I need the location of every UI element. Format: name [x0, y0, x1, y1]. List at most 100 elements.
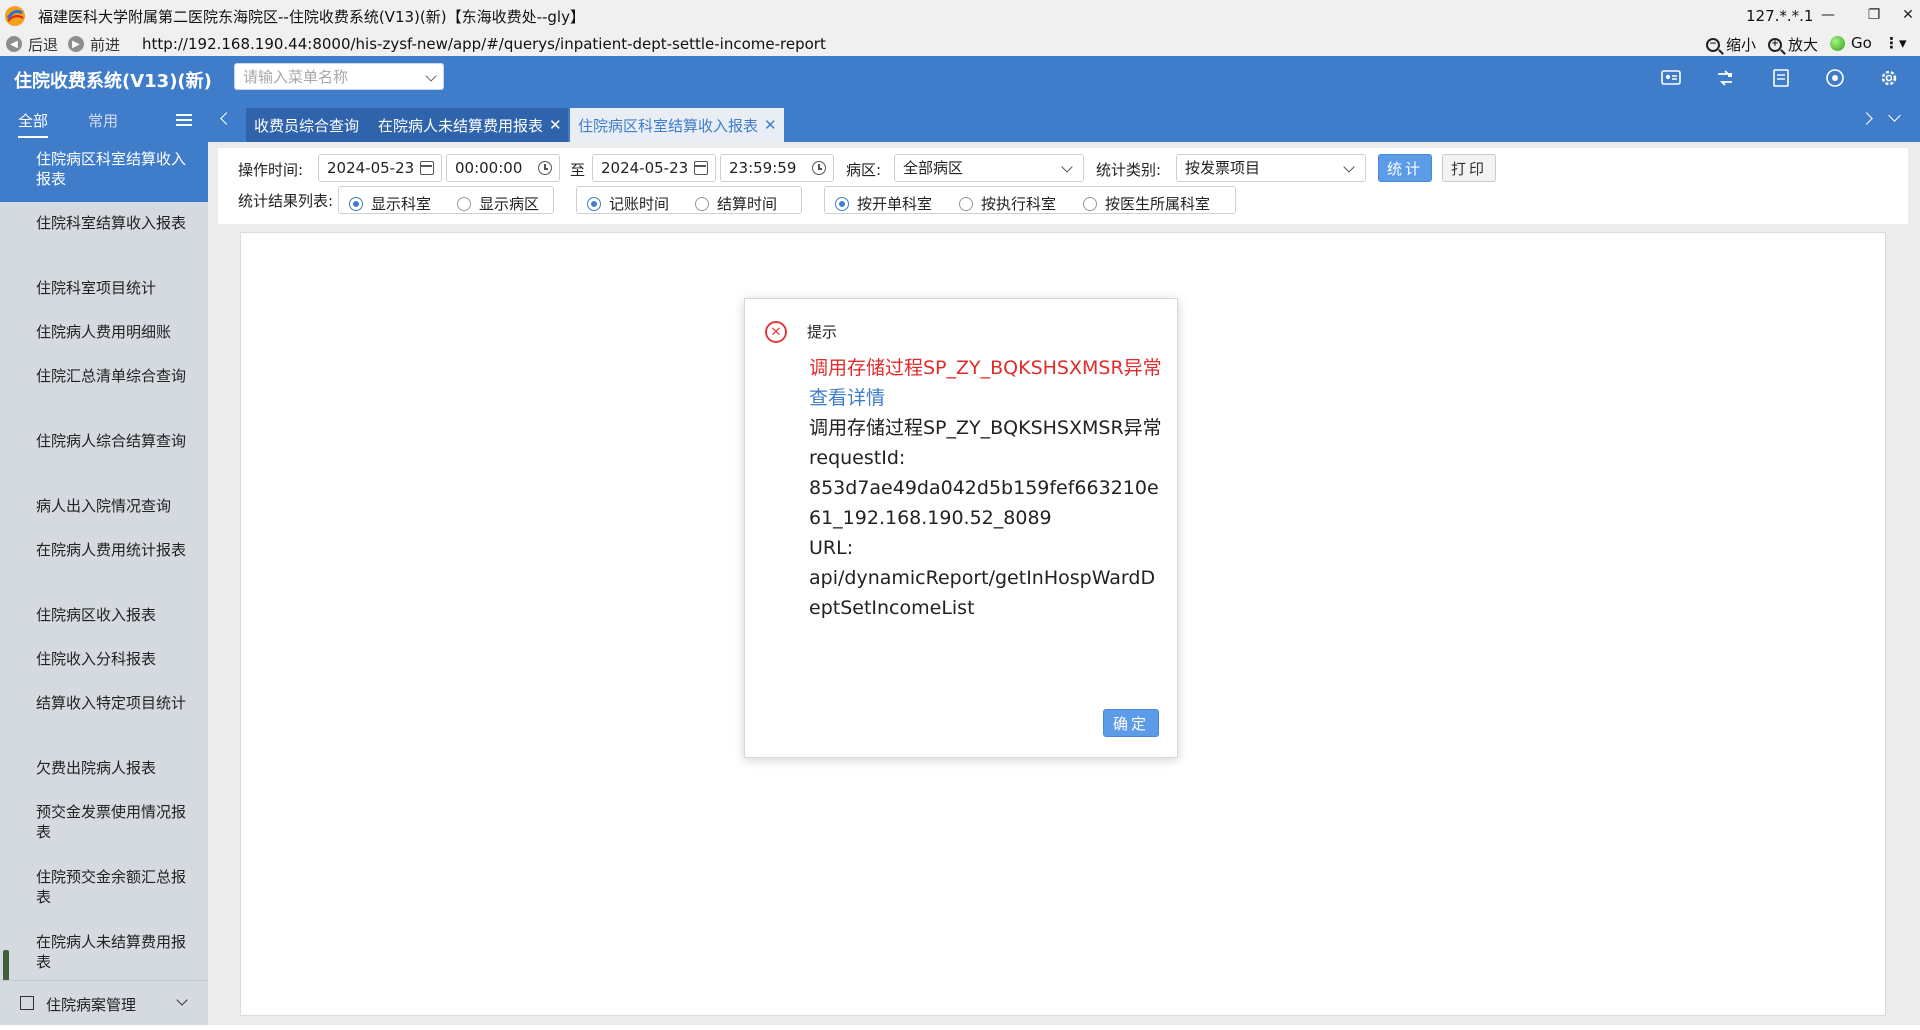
- sidebar-item-label: 住院科室结算收入报表: [36, 214, 187, 232]
- chevron-down-icon[interactable]: [425, 70, 437, 82]
- radio-ordering-dept[interactable]: 按开单科室: [835, 193, 932, 214]
- sidebar-item-dept-project-stats[interactable]: 住院科室项目统计: [0, 278, 208, 298]
- tab-label: 住院病区科室结算收入报表: [578, 116, 759, 135]
- clock-icon: [812, 161, 826, 175]
- id-card-icon[interactable]: [1660, 68, 1682, 88]
- end-time-value: 23:59:59: [729, 159, 797, 177]
- radio-checked-icon: [587, 196, 601, 211]
- tab-scroll-left-icon[interactable]: [220, 112, 233, 125]
- end-time-picker[interactable]: 23:59:59: [720, 154, 834, 182]
- forward-button[interactable]: ▶ 前进: [68, 34, 120, 55]
- radio-checked-icon: [835, 196, 849, 211]
- result-list-label: 统计结果列表:: [238, 192, 334, 210]
- sidebar-tab-all[interactable]: 全部: [18, 110, 49, 138]
- sidebar-group-medical-records[interactable]: 住院病案管理: [0, 980, 208, 1025]
- tab-menu-chevron-icon[interactable]: [1888, 109, 1901, 122]
- radio-label: 显示病区: [479, 195, 540, 213]
- end-date-value: 2024-05-23: [601, 159, 689, 177]
- restore-icon[interactable]: ❐: [1856, 3, 1892, 27]
- sidebar-item-admission-query[interactable]: 病人出入院情况查询: [0, 496, 208, 516]
- sidebar-item-deposit-invoice[interactable]: 预交金发票使用情况报表: [0, 802, 208, 842]
- sidebar-tab-favorites[interactable]: 常用: [88, 110, 118, 131]
- start-time-picker[interactable]: 00:00:00: [446, 154, 560, 182]
- dialog-title: 提示: [807, 323, 838, 341]
- ok-button[interactable]: 确定: [1103, 709, 1159, 737]
- tab-unsettled-fees[interactable]: 在院病人未结算费用报表 ✕: [370, 108, 568, 142]
- radio-unchecked-icon: [959, 196, 973, 211]
- view-icon[interactable]: [1824, 68, 1846, 88]
- transfer-icon[interactable]: [1714, 68, 1736, 88]
- window-title-bar: 福建医科大学附属第二医院东海院区--住院收费系统(V13)(新)【东海收费处--…: [0, 0, 1920, 32]
- details-link[interactable]: 查看详情: [809, 383, 1165, 413]
- zoom-out-label: 缩小: [1726, 36, 1757, 54]
- gear-icon[interactable]: [1878, 68, 1900, 88]
- sidebar-item-arrears-discharge[interactable]: 欠费出院病人报表: [0, 758, 208, 778]
- tab-label: 收费员综合查询: [254, 116, 360, 135]
- back-button[interactable]: ◀ 后退: [6, 34, 58, 55]
- sidebar-item-label: 住院病人综合结算查询: [36, 432, 187, 450]
- app-logo-icon: [5, 6, 25, 26]
- go-label: Go: [1851, 34, 1872, 52]
- more-options-icon[interactable]: ⋮▾: [1884, 34, 1907, 52]
- close-tab-icon[interactable]: ✕: [764, 116, 777, 134]
- minimize-icon[interactable]: —: [1810, 3, 1846, 27]
- error-dialog: ✕ 提示 调用存储过程SP_ZY_BQKSHSXMSR异常 查看详情 调用存储过…: [744, 298, 1178, 758]
- sidebar-item-dept-settle-income[interactable]: 住院科室结算收入报表: [0, 213, 208, 233]
- tab-label: 在院病人未结算费用报表: [378, 116, 544, 135]
- close-icon[interactable]: ✕: [1890, 3, 1920, 27]
- radio-settle-time[interactable]: 结算时间: [695, 193, 777, 214]
- to-label: 至: [570, 161, 586, 179]
- sidebar-item-label: 住院病区科室结算收入报表: [36, 150, 187, 188]
- sidebar-item-patient-fee-detail[interactable]: 住院病人费用明细账: [0, 322, 208, 342]
- sidebar-item-ward-dept-settle-income[interactable]: 住院病区科室结算收入报表: [0, 138, 208, 202]
- go-button[interactable]: Go: [1830, 34, 1872, 52]
- radio-label: 显示科室: [371, 195, 432, 213]
- tab-cashier-query[interactable]: 收费员综合查询: [246, 108, 370, 142]
- time-basis-group: 记账时间 结算时间: [576, 186, 802, 214]
- error-icon: ✕: [765, 321, 787, 343]
- document-icon[interactable]: [1770, 68, 1792, 88]
- ward-select[interactable]: 全部病区: [894, 154, 1084, 182]
- sidebar-item-patient-settle-query[interactable]: 住院病人综合结算查询: [0, 431, 208, 451]
- menu-search[interactable]: [234, 63, 444, 90]
- menu-collapse-icon[interactable]: [176, 114, 192, 126]
- radio-show-ward[interactable]: 显示病区: [457, 193, 539, 214]
- radio-executing-dept[interactable]: 按执行科室: [959, 193, 1056, 214]
- print-button[interactable]: 打印: [1442, 154, 1496, 182]
- start-date-picker[interactable]: 2024-05-23: [318, 154, 442, 182]
- radio-checked-icon: [349, 196, 363, 211]
- forward-label: 前进: [90, 35, 121, 54]
- radio-doctor-dept[interactable]: 按医生所属科室: [1083, 193, 1210, 214]
- tab-ward-dept-settle-income[interactable]: 住院病区科室结算收入报表 ✕: [570, 108, 784, 142]
- url-field[interactable]: http://192.168.190.44:8000/his-zysf-new/…: [142, 35, 826, 53]
- sidebar-item-ward-income[interactable]: 住院病区收入报表: [0, 605, 208, 625]
- stat-type-select[interactable]: 按发票项目: [1176, 154, 1366, 182]
- request-id-value: 853d7ae49da042d5b159fef663210e61_192.168…: [809, 477, 1159, 529]
- radio-label: 按执行科室: [981, 195, 1057, 213]
- sidebar-item-special-item-stats[interactable]: 结算收入特定项目统计: [0, 693, 208, 713]
- end-date-picker[interactable]: 2024-05-23: [592, 154, 716, 182]
- chevron-down-icon[interactable]: [176, 994, 188, 1006]
- radio-show-dept[interactable]: 显示科室: [349, 193, 431, 214]
- sidebar-item-label: 在院病人未结算费用报表: [36, 933, 187, 971]
- close-tab-icon[interactable]: ✕: [549, 116, 562, 134]
- stat-type-value: 按发票项目: [1185, 159, 1261, 177]
- radio-label: 记账时间: [609, 195, 670, 213]
- zoom-out-button[interactable]: − 缩小: [1706, 34, 1756, 55]
- menu-search-input[interactable]: [235, 64, 405, 89]
- sidebar-item-deposit-balance[interactable]: 住院预交金余额汇总报表: [0, 867, 208, 907]
- zoom-in-button[interactable]: + 放大: [1768, 34, 1818, 55]
- sidebar-item-unsettled-fees[interactable]: 在院病人未结算费用报表: [0, 932, 208, 972]
- sidebar-item-inpatient-fee-stats[interactable]: 在院病人费用统计报表: [0, 540, 208, 560]
- sidebar-item-label: 住院病区收入报表: [36, 606, 157, 624]
- ward-label: 病区:: [846, 161, 882, 179]
- back-icon: ◀: [6, 36, 22, 52]
- stat-button[interactable]: 统计: [1378, 154, 1432, 182]
- chevron-down-icon: [1061, 161, 1073, 173]
- tab-scroll-right-icon[interactable]: [1860, 112, 1873, 125]
- sidebar-item-income-by-dept[interactable]: 住院收入分科报表: [0, 649, 208, 669]
- sidebar-item-summary-query[interactable]: 住院汇总清单综合查询: [0, 366, 208, 386]
- error-message: 调用存储过程SP_ZY_BQKSHSXMSR异常: [809, 357, 1162, 379]
- radio-label: 结算时间: [717, 195, 778, 213]
- radio-posting-time[interactable]: 记账时间: [587, 193, 669, 214]
